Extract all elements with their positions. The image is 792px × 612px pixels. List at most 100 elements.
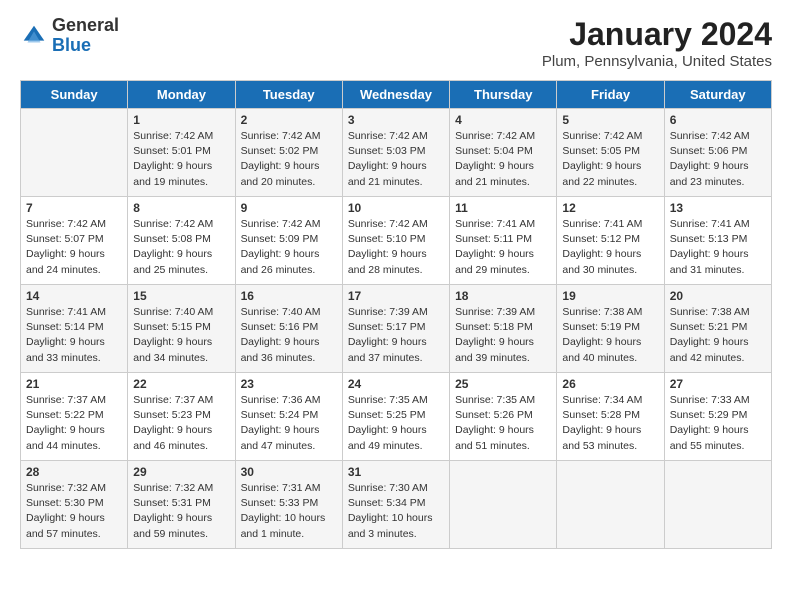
cell-info: Sunrise: 7:32 AM Sunset: 5:31 PM Dayligh… (133, 481, 229, 542)
calendar-cell: 16 Sunrise: 7:40 AM Sunset: 5:16 PM Dayli… (235, 285, 342, 373)
day-number: 12 (562, 201, 658, 215)
cell-info: Sunrise: 7:30 AM Sunset: 5:34 PM Dayligh… (348, 481, 444, 542)
page-header: General Blue January 2024 Plum, Pennsylv… (20, 16, 772, 70)
cell-info: Sunrise: 7:35 AM Sunset: 5:25 PM Dayligh… (348, 393, 444, 454)
day-number: 24 (348, 377, 444, 391)
day-number: 14 (26, 289, 122, 303)
day-header-thursday: Thursday (450, 81, 557, 109)
week-row-4: 21Sunrise: 7:37 AM Sunset: 5:22 PM Dayli… (21, 373, 772, 461)
week-row-5: 28Sunrise: 7:32 AM Sunset: 5:30 PM Dayli… (21, 461, 772, 549)
cell-info: Sunrise: 7:42 AM Sunset: 5:02 PM Dayligh… (241, 129, 337, 190)
calendar-body: 1Sunrise: 7:42 AM Sunset: 5:01 PM Daylig… (21, 109, 772, 549)
calendar-header: SundayMondayTuesdayWednesdayThursdayFrid… (21, 81, 772, 109)
calendar-cell: 17Sunrise: 7:39 AM Sunset: 5:17 PM Dayli… (342, 285, 449, 373)
week-row-1: 1Sunrise: 7:42 AM Sunset: 5:01 PM Daylig… (21, 109, 772, 197)
day-number: 4 (455, 113, 551, 127)
cell-info: Sunrise: 7:33 AM Sunset: 5:29 PM Dayligh… (670, 393, 766, 454)
calendar-cell: 28Sunrise: 7:32 AM Sunset: 5:30 PM Dayli… (21, 461, 128, 549)
cell-info: Sunrise: 7:41 AM Sunset: 5:13 PM Dayligh… (670, 217, 766, 278)
cell-info: Sunrise: 7:38 AM Sunset: 5:21 PM Dayligh… (670, 305, 766, 366)
calendar-cell (664, 461, 771, 549)
calendar-cell: 14 Sunrise: 7:41 AM Sunset: 5:14 PM Dayli… (21, 285, 128, 373)
calendar-cell: 3Sunrise: 7:42 AM Sunset: 5:03 PM Daylig… (342, 109, 449, 197)
calendar-cell: 29 Sunrise: 7:32 AM Sunset: 5:31 PM Dayli… (128, 461, 235, 549)
day-number: 26 (562, 377, 658, 391)
week-row-3: 14 Sunrise: 7:41 AM Sunset: 5:14 PM Dayli… (21, 285, 772, 373)
day-number: 27 (670, 377, 766, 391)
day-number: 6 (670, 113, 766, 127)
logo: General Blue (20, 16, 119, 56)
calendar-cell: 19 Sunrise: 7:38 AM Sunset: 5:19 PM Dayli… (557, 285, 664, 373)
day-number: 2 (241, 113, 337, 127)
calendar-cell: 2 Sunrise: 7:42 AM Sunset: 5:02 PM Daylig… (235, 109, 342, 197)
cell-info: Sunrise: 7:35 AM Sunset: 5:26 PM Dayligh… (455, 393, 551, 454)
title-block: January 2024 Plum, Pennsylvania, United … (542, 16, 772, 70)
calendar-cell: 23 Sunrise: 7:36 AM Sunset: 5:24 PM Dayli… (235, 373, 342, 461)
calendar-cell: 31 Sunrise: 7:30 AM Sunset: 5:34 PM Dayli… (342, 461, 449, 549)
day-number: 20 (670, 289, 766, 303)
day-number: 9 (241, 201, 337, 215)
day-number: 30 (241, 465, 337, 479)
calendar-cell: 5 Sunrise: 7:42 AM Sunset: 5:05 PM Daylig… (557, 109, 664, 197)
calendar-cell: 27 Sunrise: 7:33 AM Sunset: 5:29 PM Dayli… (664, 373, 771, 461)
calendar-table: SundayMondayTuesdayWednesdayThursdayFrid… (20, 80, 772, 549)
cell-info: Sunrise: 7:42 AM Sunset: 5:09 PM Dayligh… (241, 217, 337, 278)
day-number: 31 (348, 465, 444, 479)
day-number: 8 (133, 201, 229, 215)
cell-info: Sunrise: 7:38 AM Sunset: 5:19 PM Dayligh… (562, 305, 658, 366)
day-header-wednesday: Wednesday (342, 81, 449, 109)
location: Plum, Pennsylvania, United States (542, 53, 772, 70)
cell-info: Sunrise: 7:42 AM Sunset: 5:07 PM Dayligh… (26, 217, 122, 278)
cell-info: Sunrise: 7:40 AM Sunset: 5:16 PM Dayligh… (241, 305, 337, 366)
day-number: 11 (455, 201, 551, 215)
day-header-saturday: Saturday (664, 81, 771, 109)
week-row-2: 7 Sunrise: 7:42 AM Sunset: 5:07 PM Daylig… (21, 197, 772, 285)
day-number: 7 (26, 201, 122, 215)
cell-info: Sunrise: 7:40 AM Sunset: 5:15 PM Dayligh… (133, 305, 229, 366)
day-number: 16 (241, 289, 337, 303)
cell-info: Sunrise: 7:32 AM Sunset: 5:30 PM Dayligh… (26, 481, 122, 542)
cell-info: Sunrise: 7:42 AM Sunset: 5:08 PM Dayligh… (133, 217, 229, 278)
day-number: 5 (562, 113, 658, 127)
calendar-cell: 20 Sunrise: 7:38 AM Sunset: 5:21 PM Dayli… (664, 285, 771, 373)
cell-info: Sunrise: 7:42 AM Sunset: 5:03 PM Dayligh… (348, 129, 444, 190)
day-number: 18 (455, 289, 551, 303)
cell-info: Sunrise: 7:39 AM Sunset: 5:18 PM Dayligh… (455, 305, 551, 366)
day-number: 19 (562, 289, 658, 303)
cell-info: Sunrise: 7:34 AM Sunset: 5:28 PM Dayligh… (562, 393, 658, 454)
calendar-cell: 10Sunrise: 7:42 AM Sunset: 5:10 PM Dayli… (342, 197, 449, 285)
cell-info: Sunrise: 7:39 AM Sunset: 5:17 PM Dayligh… (348, 305, 444, 366)
cell-info: Sunrise: 7:41 AM Sunset: 5:12 PM Dayligh… (562, 217, 658, 278)
day-header-monday: Monday (128, 81, 235, 109)
day-header-friday: Friday (557, 81, 664, 109)
calendar-cell: 22 Sunrise: 7:37 AM Sunset: 5:23 PM Dayli… (128, 373, 235, 461)
calendar-cell: 25Sunrise: 7:35 AM Sunset: 5:26 PM Dayli… (450, 373, 557, 461)
calendar-cell: 7 Sunrise: 7:42 AM Sunset: 5:07 PM Daylig… (21, 197, 128, 285)
cell-info: Sunrise: 7:42 AM Sunset: 5:05 PM Dayligh… (562, 129, 658, 190)
logo-text: General Blue (52, 16, 119, 56)
cell-info: Sunrise: 7:36 AM Sunset: 5:24 PM Dayligh… (241, 393, 337, 454)
calendar-cell: 1Sunrise: 7:42 AM Sunset: 5:01 PM Daylig… (128, 109, 235, 197)
calendar-cell: 21Sunrise: 7:37 AM Sunset: 5:22 PM Dayli… (21, 373, 128, 461)
month-title: January 2024 (542, 16, 772, 53)
day-number: 1 (133, 113, 229, 127)
calendar-cell (21, 109, 128, 197)
day-number: 21 (26, 377, 122, 391)
day-number: 10 (348, 201, 444, 215)
day-number: 29 (133, 465, 229, 479)
calendar-cell: 26 Sunrise: 7:34 AM Sunset: 5:28 PM Dayli… (557, 373, 664, 461)
day-number: 23 (241, 377, 337, 391)
cell-info: Sunrise: 7:41 AM Sunset: 5:11 PM Dayligh… (455, 217, 551, 278)
calendar-cell: 18 Sunrise: 7:39 AM Sunset: 5:18 PM Dayli… (450, 285, 557, 373)
logo-blue: Blue (52, 35, 91, 55)
calendar-cell: 9 Sunrise: 7:42 AM Sunset: 5:09 PM Daylig… (235, 197, 342, 285)
calendar-cell: 13Sunrise: 7:41 AM Sunset: 5:13 PM Dayli… (664, 197, 771, 285)
calendar-cell: 24 Sunrise: 7:35 AM Sunset: 5:25 PM Dayli… (342, 373, 449, 461)
cell-info: Sunrise: 7:41 AM Sunset: 5:14 PM Dayligh… (26, 305, 122, 366)
cell-info: Sunrise: 7:42 AM Sunset: 5:06 PM Dayligh… (670, 129, 766, 190)
calendar-cell (557, 461, 664, 549)
cell-info: Sunrise: 7:37 AM Sunset: 5:23 PM Dayligh… (133, 393, 229, 454)
day-number: 22 (133, 377, 229, 391)
logo-general: General (52, 15, 119, 35)
header-row: SundayMondayTuesdayWednesdayThursdayFrid… (21, 81, 772, 109)
